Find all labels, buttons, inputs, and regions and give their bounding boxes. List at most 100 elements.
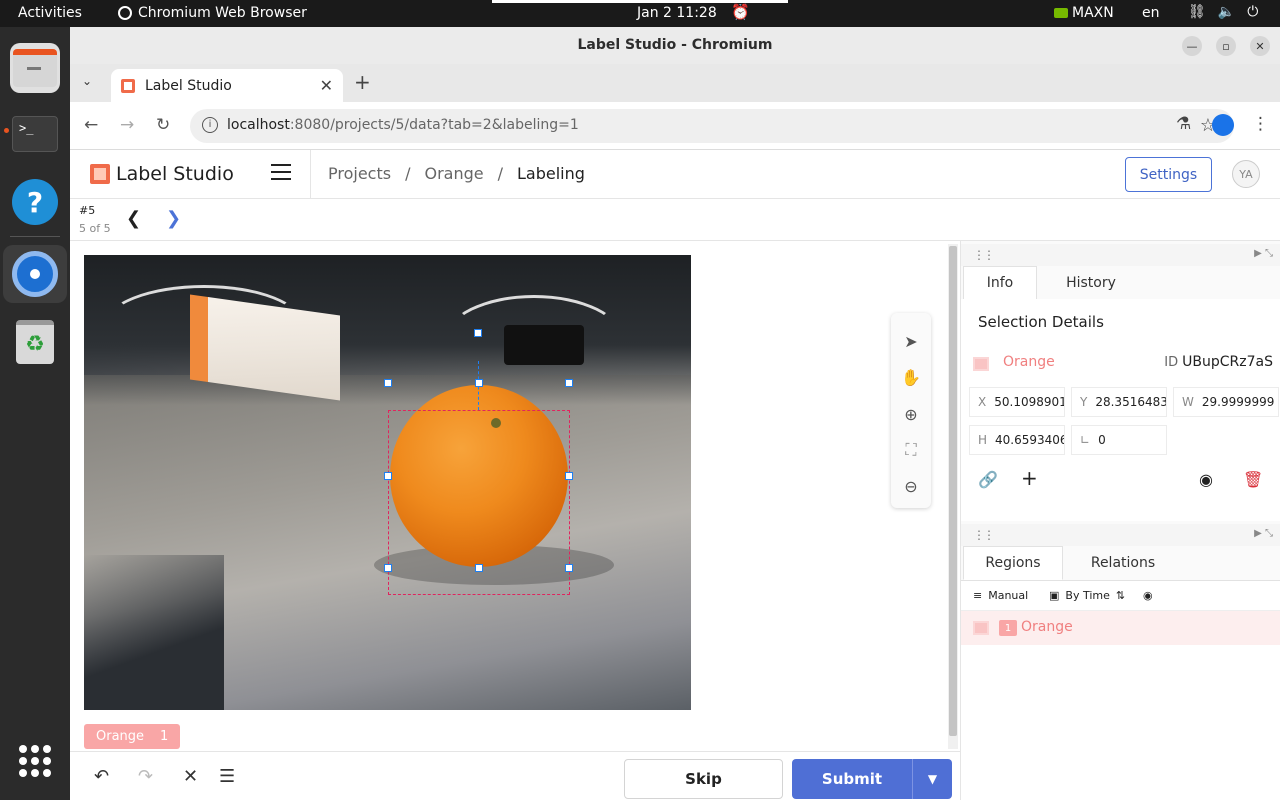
files-app-icon[interactable] bbox=[10, 43, 60, 93]
tab-info[interactable]: Info bbox=[963, 266, 1037, 300]
help-app-icon[interactable]: ? bbox=[10, 177, 60, 227]
task-count: 5 of 5 bbox=[79, 222, 111, 235]
skip-button[interactable]: Skip bbox=[624, 759, 783, 799]
redo-icon[interactable]: ↷ bbox=[138, 766, 153, 787]
region-index: 1 bbox=[999, 620, 1017, 636]
system-top-bar: Activities Chromium Web Browser Jan 2 11… bbox=[0, 0, 1280, 27]
undo-icon[interactable]: ↶ bbox=[94, 766, 109, 787]
clock[interactable]: Jan 2 11:28 bbox=[637, 5, 717, 21]
network-icon: ⛓ bbox=[1188, 4, 1206, 20]
delete-trash-icon[interactable]: 🗑 bbox=[1243, 470, 1263, 489]
resize-handle-bottom-left[interactable] bbox=[384, 564, 392, 572]
label-orange-chip[interactable]: Orange 1 bbox=[84, 724, 181, 749]
close-tab-icon[interactable]: ✕ bbox=[320, 76, 333, 95]
volume-icon: 🔈 bbox=[1217, 4, 1236, 20]
resize-handle-top-left[interactable] bbox=[384, 379, 392, 387]
fit-to-screen-icon[interactable]: ⛶ bbox=[899, 438, 923, 462]
resize-handle-left[interactable] bbox=[384, 472, 392, 480]
show-apps-grid-icon[interactable] bbox=[19, 745, 51, 777]
field-h[interactable]: H 40.6593406 bbox=[969, 425, 1065, 455]
canvas-scrollbar[interactable] bbox=[948, 244, 958, 749]
user-avatar[interactable]: YA bbox=[1232, 160, 1260, 188]
hamburger-menu-icon[interactable] bbox=[271, 164, 291, 180]
settings-button[interactable]: Settings bbox=[1125, 157, 1212, 192]
drag-grip-icon[interactable]: ⋮⋮ bbox=[973, 248, 995, 262]
next-task-icon[interactable]: ❯ bbox=[166, 208, 181, 229]
breadcrumb: Projects / Orange / Labeling bbox=[328, 164, 585, 183]
region-actions: 🔗 + ◉ 🗑 bbox=[961, 462, 1280, 502]
tab-history[interactable]: History bbox=[1047, 266, 1135, 300]
region-swatch-icon bbox=[973, 357, 989, 371]
breadcrumb-project-orange[interactable]: Orange bbox=[424, 164, 483, 183]
selected-region-label: Orange bbox=[1003, 354, 1055, 370]
previous-task-icon[interactable]: ❮ bbox=[126, 208, 141, 229]
info-panel-header[interactable]: ⋮⋮ ▶ ⤡ bbox=[961, 244, 1280, 268]
region-item[interactable]: 1 Orange bbox=[961, 611, 1280, 645]
nvidia-power-mode[interactable]: MAXN bbox=[1054, 5, 1114, 21]
zoom-out-icon[interactable]: ⊖ bbox=[899, 474, 923, 498]
trash-icon[interactable]: ♻ bbox=[10, 317, 60, 367]
back-arrow-icon[interactable]: ← bbox=[84, 115, 98, 135]
rotation-handle[interactable] bbox=[474, 329, 482, 337]
field-rotation[interactable]: ∟ 0 bbox=[1071, 425, 1167, 455]
sort-by-time-button[interactable]: ▣ By Time ⇅ bbox=[1049, 589, 1125, 602]
drag-grip-icon[interactable]: ⋮⋮ bbox=[973, 528, 995, 542]
app-header: Label Studio Projects / Orange / Labelin… bbox=[70, 150, 1280, 199]
selection-details: Selection Details Orange ID UBupCRz7aS X5… bbox=[961, 299, 1280, 521]
add-relation-plus-icon[interactable]: + bbox=[1021, 466, 1038, 490]
sort-direction-icon: ⇅ bbox=[1115, 589, 1126, 602]
url-bar[interactable]: i localhost:8080/projects/5/data?tab=2&l… bbox=[190, 109, 1234, 143]
link-region-icon[interactable]: 🔗 bbox=[978, 470, 998, 489]
terminal-app-icon[interactable]: >_ bbox=[10, 109, 60, 159]
breadcrumb-projects[interactable]: Projects bbox=[328, 164, 391, 183]
visibility-eye-icon[interactable]: ◉ bbox=[1199, 470, 1213, 489]
field-w[interactable]: W 29.9999999 bbox=[1173, 387, 1279, 417]
settings-sliders-icon[interactable]: ☰ bbox=[219, 766, 235, 787]
field-x[interactable]: X 50.1098901 bbox=[969, 387, 1065, 417]
regions-panel-header[interactable]: ⋮⋮ ▶ ⤡ bbox=[961, 524, 1280, 548]
minimize-icon[interactable]: — bbox=[1182, 36, 1202, 56]
focused-app-menu[interactable]: Chromium Web Browser bbox=[118, 5, 307, 21]
tab-regions[interactable]: Regions bbox=[963, 546, 1063, 580]
browser-tab-label-studio[interactable]: Label Studio ✕ bbox=[111, 69, 343, 102]
reload-icon[interactable]: ↻ bbox=[156, 115, 170, 135]
site-info-icon[interactable]: i bbox=[202, 117, 218, 133]
resize-handle-bottom[interactable] bbox=[475, 564, 483, 572]
label-studio-logo[interactable]: Label Studio bbox=[90, 163, 234, 185]
url-text[interactable]: localhost:8080/projects/5/data?tab=2&lab… bbox=[227, 117, 579, 133]
field-y[interactable]: Y 28.3516483 bbox=[1071, 387, 1167, 417]
maximize-icon[interactable]: ▫ bbox=[1216, 36, 1236, 56]
profile-avatar-icon[interactable] bbox=[1212, 114, 1234, 136]
dock-separator bbox=[10, 236, 60, 237]
submit-options-chevron-icon[interactable]: ▼ bbox=[912, 759, 952, 799]
close-window-icon[interactable]: ✕ bbox=[1250, 36, 1270, 56]
sort-manual-button[interactable]: ≡ Manual bbox=[973, 589, 1028, 602]
chromium-app-icon[interactable] bbox=[3, 245, 67, 303]
reset-x-icon[interactable]: ✕ bbox=[183, 766, 198, 787]
resize-handle-top-right[interactable] bbox=[565, 379, 573, 387]
panel-collapse-icon[interactable]: ▶ ⤡ bbox=[1254, 248, 1273, 259]
activities-button[interactable]: Activities bbox=[18, 5, 82, 21]
forward-arrow-icon[interactable]: → bbox=[120, 115, 134, 135]
new-tab-icon[interactable]: + bbox=[354, 70, 371, 94]
label-chip-name: Orange bbox=[96, 729, 145, 744]
toggle-all-visibility-eye-icon[interactable]: ◉ bbox=[1143, 589, 1153, 602]
power-icon: ⏻ bbox=[1247, 4, 1259, 20]
resize-handle-bottom-right[interactable] bbox=[565, 564, 573, 572]
selected-region-id: ID UBupCRz7aS bbox=[1164, 354, 1273, 370]
system-status-menu[interactable]: ⛓ 🔈 ⏻ bbox=[1188, 4, 1258, 20]
language-indicator[interactable]: en bbox=[1142, 5, 1160, 21]
browser-menu-icon[interactable]: ⋮ bbox=[1252, 114, 1269, 134]
tab-search-chevron-icon[interactable]: ⌄ bbox=[82, 74, 92, 88]
labs-flask-icon[interactable]: ⚗ bbox=[1176, 114, 1191, 134]
pan-hand-icon[interactable]: ✋ bbox=[899, 365, 923, 389]
tab-relations[interactable]: Relations bbox=[1073, 546, 1173, 580]
submit-button[interactable]: Submit bbox=[792, 759, 912, 799]
resize-handle-top[interactable] bbox=[475, 379, 483, 387]
annotation-actions-bar: ↶ ↷ ✕ ☰ Skip Submit ▼ bbox=[70, 751, 960, 800]
select-pointer-icon[interactable]: ➤ bbox=[899, 329, 923, 353]
zoom-in-icon[interactable]: ⊕ bbox=[899, 402, 923, 426]
resize-handle-right[interactable] bbox=[565, 472, 573, 480]
window-titlebar[interactable]: Label Studio - Chromium — ▫ ✕ bbox=[70, 27, 1280, 64]
panel-collapse-icon[interactable]: ▶ ⤡ bbox=[1254, 528, 1273, 539]
